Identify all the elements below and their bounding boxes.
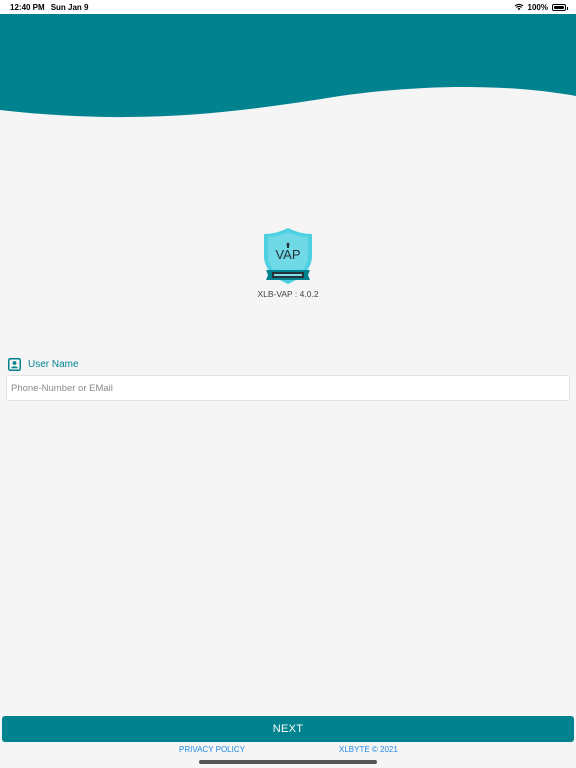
logo-area: VAP XLB-VAP : 4.0.2 [0,226,576,299]
privacy-policy-link[interactable]: PRIVACY POLICY [179,745,245,754]
header-wave [0,14,576,118]
battery-percent: 100% [527,2,548,12]
app-version: XLB-VAP : 4.0.2 [257,289,319,299]
username-label-row: User Name [8,358,79,371]
username-label: User Name [28,359,79,370]
copyright-text: XLBYTE © 2021 [339,745,398,754]
home-indicator [199,760,377,764]
contact-card-icon [8,358,21,371]
logo-text: VAP [275,247,300,262]
next-button[interactable]: NEXT [2,716,574,742]
status-bar: 12:40 PM Sun Jan 9 100% [0,0,576,14]
battery-icon [552,3,568,11]
status-date: Sun Jan 9 [50,2,89,12]
username-input[interactable] [6,375,570,401]
status-time: 12:40 PM [10,2,45,12]
footer: PRIVACY POLICY XLBYTE © 2021 [0,745,576,755]
wifi-icon [514,3,523,11]
status-indicators: 100% [514,2,568,12]
vap-shield-logo: VAP [264,228,312,284]
app-screen: 12:40 PM Sun Jan 9 100% VAP XLB-VAP : 4.… [0,0,576,768]
